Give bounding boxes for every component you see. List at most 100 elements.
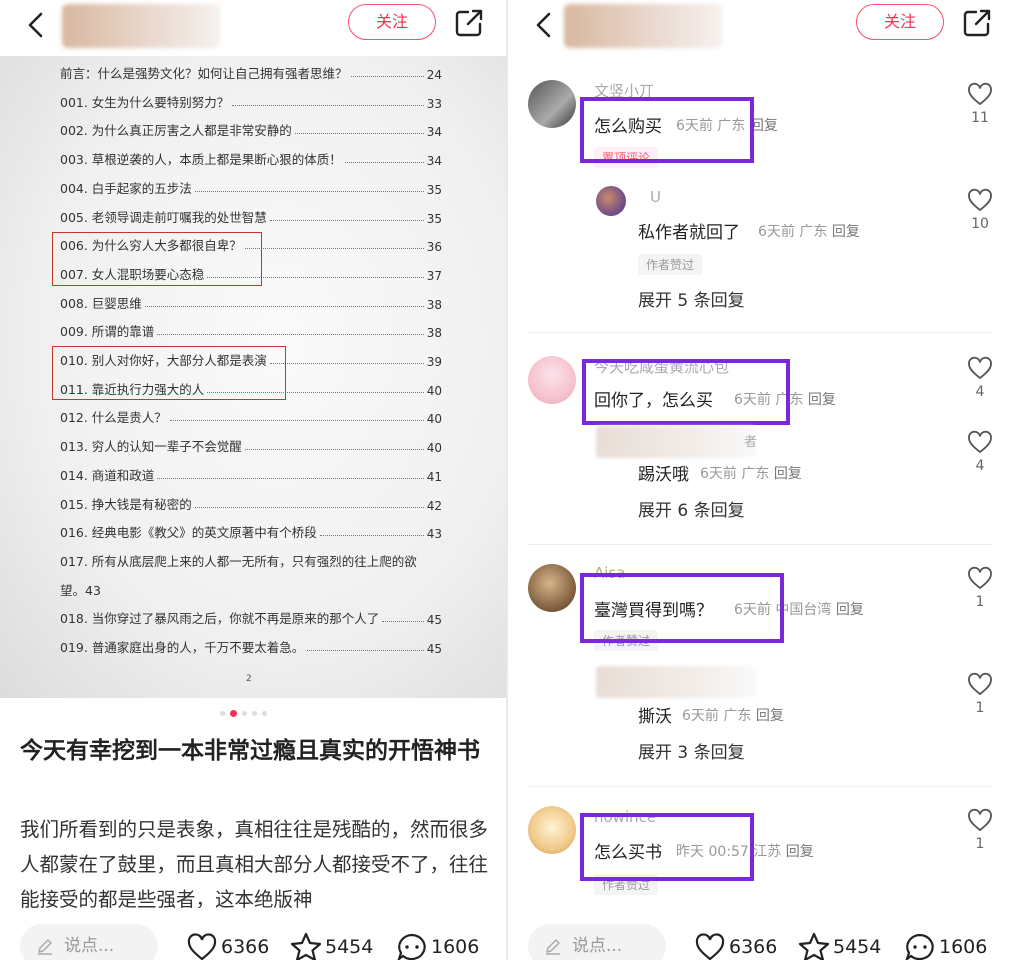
toc-leader-dots <box>319 535 424 537</box>
comment-input[interactable]: 说点... <box>20 924 158 960</box>
avatar[interactable] <box>528 806 576 854</box>
highlight-box <box>580 97 754 163</box>
expand-replies-button[interactable]: 展开 3 条回复 <box>638 738 745 763</box>
back-arrow-icon[interactable] <box>22 10 52 40</box>
author-avatar[interactable] <box>62 4 220 48</box>
toc-page: 34 <box>426 154 442 169</box>
comment-like-count: 1 <box>975 836 985 852</box>
toc-title: 015. 挣大钱是有秘密的 <box>60 496 192 512</box>
author-avatar[interactable] <box>564 4 722 48</box>
comment-placeholder: 说点... <box>64 936 115 956</box>
page-dot[interactable] <box>252 711 257 716</box>
toc-title: 004. 白手起家的五步法 <box>60 180 192 196</box>
reply-author[interactable]: U <box>650 188 661 206</box>
comment-button[interactable]: 1606 <box>396 932 479 960</box>
reply-like-button[interactable]: 10 <box>963 188 997 232</box>
heart-icon <box>187 933 217 960</box>
reply-time: 6天前 <box>758 224 795 240</box>
toc-title: 008. 巨婴思维 <box>60 295 142 311</box>
reply-author[interactable]: 者 <box>744 431 757 450</box>
highlight-box <box>580 813 754 881</box>
collect-count: 5454 <box>833 936 882 958</box>
avatar[interactable] <box>528 356 576 404</box>
toc-page: 39 <box>426 355 442 369</box>
heart-icon <box>968 82 992 106</box>
toc-page: 40 <box>426 441 442 456</box>
post-header: 关注 <box>0 0 508 50</box>
follow-button[interactable]: 关注 <box>348 4 436 40</box>
collect-button[interactable]: 5454 <box>798 932 881 960</box>
like-button[interactable]: 6366 <box>186 932 269 960</box>
comment-placeholder: 说点... <box>572 936 623 956</box>
reply-text: 踢沃哦 <box>638 465 689 485</box>
reply-avatar-blurred[interactable] <box>596 426 756 458</box>
comment-input[interactable]: 说点... <box>528 924 666 960</box>
toc-page: 24 <box>426 68 442 82</box>
book-toc-image[interactable]: 前言：什么是强势文化？如何让自己拥有强者思维？ 24 001. 女生为什么要特别努力… <box>0 56 508 698</box>
comment-button[interactable]: 1606 <box>904 932 987 960</box>
page-dot[interactable] <box>242 711 247 716</box>
toc-leader-dots <box>169 420 424 422</box>
toc-row: 017. 所有从底层爬上来的人都一无所有，只有强烈的往上爬的欲 <box>60 548 442 570</box>
comment-like-button[interactable]: 1 <box>963 566 997 610</box>
toc-highlight-box <box>52 346 286 400</box>
toc-page: 43 <box>426 527 442 542</box>
reply-avatar-blurred[interactable] <box>596 666 756 698</box>
reply-link[interactable]: 回复 <box>750 118 778 134</box>
expand-replies-button[interactable]: 展开 6 条回复 <box>638 496 745 521</box>
reply-like-count: 1 <box>975 700 985 716</box>
reply-link[interactable]: 回复 <box>808 392 836 408</box>
reply-link[interactable]: 回复 <box>836 602 864 618</box>
reply-link[interactable]: 回复 <box>774 466 802 482</box>
toc-title: 005. 老领导调走前叮嘱我的处世智慧 <box>60 209 267 225</box>
toc-row: 004. 白手起家的五步法 35 <box>60 175 442 197</box>
toc-row: 前言：什么是强势文化？如何让自己拥有强者思维？ 24 <box>60 60 442 82</box>
reply-text: 私作者就回了 <box>638 223 740 243</box>
reply-link[interactable]: 回复 <box>786 844 814 860</box>
toc-row: 013. 穷人的认知一辈子不会觉醒 40 <box>60 433 442 455</box>
divider <box>528 332 992 333</box>
comment-like-count: 4 <box>975 384 985 400</box>
reply-text: 撕沃 <box>638 707 672 727</box>
toc-row: 012. 什么是贵人？ 40 <box>60 404 442 426</box>
reply-like-button[interactable]: 1 <box>963 672 997 716</box>
share-icon[interactable] <box>454 8 484 38</box>
heart-icon <box>968 356 992 380</box>
back-arrow-icon[interactable] <box>530 10 560 40</box>
comment-like-count: 11 <box>971 110 989 126</box>
reply-like-count: 10 <box>971 216 989 232</box>
comment-bubble-icon <box>905 933 934 960</box>
page-dot[interactable] <box>220 711 225 716</box>
like-button[interactable]: 6366 <box>694 932 777 960</box>
avatar[interactable] <box>528 80 576 128</box>
right-comments-panel: 关注 文竖小丌 怎么购买 6天前 广东 回复 置顶评论 11 U 私作者就回了 … <box>508 0 1012 960</box>
page-dot-active[interactable] <box>230 710 237 717</box>
follow-button[interactable]: 关注 <box>856 4 944 40</box>
left-post-panel: 关注 前言：什么是强势文化？如何让自己拥有强者思维？ 24 001. 女生为什么要特… <box>0 0 508 960</box>
reply-link[interactable]: 回复 <box>832 224 860 240</box>
toc-leader-dots <box>157 477 424 479</box>
collect-button[interactable]: 5454 <box>290 932 373 960</box>
toc-leader-dots <box>157 334 424 336</box>
reply-meta: 6天前 广东 回复 <box>682 705 784 725</box>
toc-title: 009. 所谓的靠谱 <box>60 324 155 340</box>
comment-count: 1606 <box>939 936 988 958</box>
toc-leader-dots <box>350 76 424 77</box>
comment-count: 1606 <box>431 936 480 958</box>
toc-page: 45 <box>426 613 442 628</box>
comment-like-button[interactable]: 4 <box>963 356 997 400</box>
share-icon[interactable] <box>962 8 992 38</box>
avatar[interactable] <box>528 564 576 612</box>
reply-like-button[interactable]: 4 <box>963 430 997 474</box>
expand-replies-button[interactable]: 展开 5 条回复 <box>638 286 745 311</box>
star-icon <box>798 932 830 960</box>
page-dot[interactable] <box>262 711 267 716</box>
reply-link[interactable]: 回复 <box>756 708 784 724</box>
toc-title: 014. 商道和政道 <box>60 467 155 483</box>
comment-like-button[interactable]: 11 <box>963 82 997 126</box>
toc-page: 33 <box>426 96 442 111</box>
avatar[interactable] <box>596 186 626 216</box>
bottom-action-bar: 说点... 6366 5454 1606 <box>508 908 1012 960</box>
comment-like-button[interactable]: 1 <box>963 808 997 852</box>
pencil-icon <box>546 939 560 955</box>
